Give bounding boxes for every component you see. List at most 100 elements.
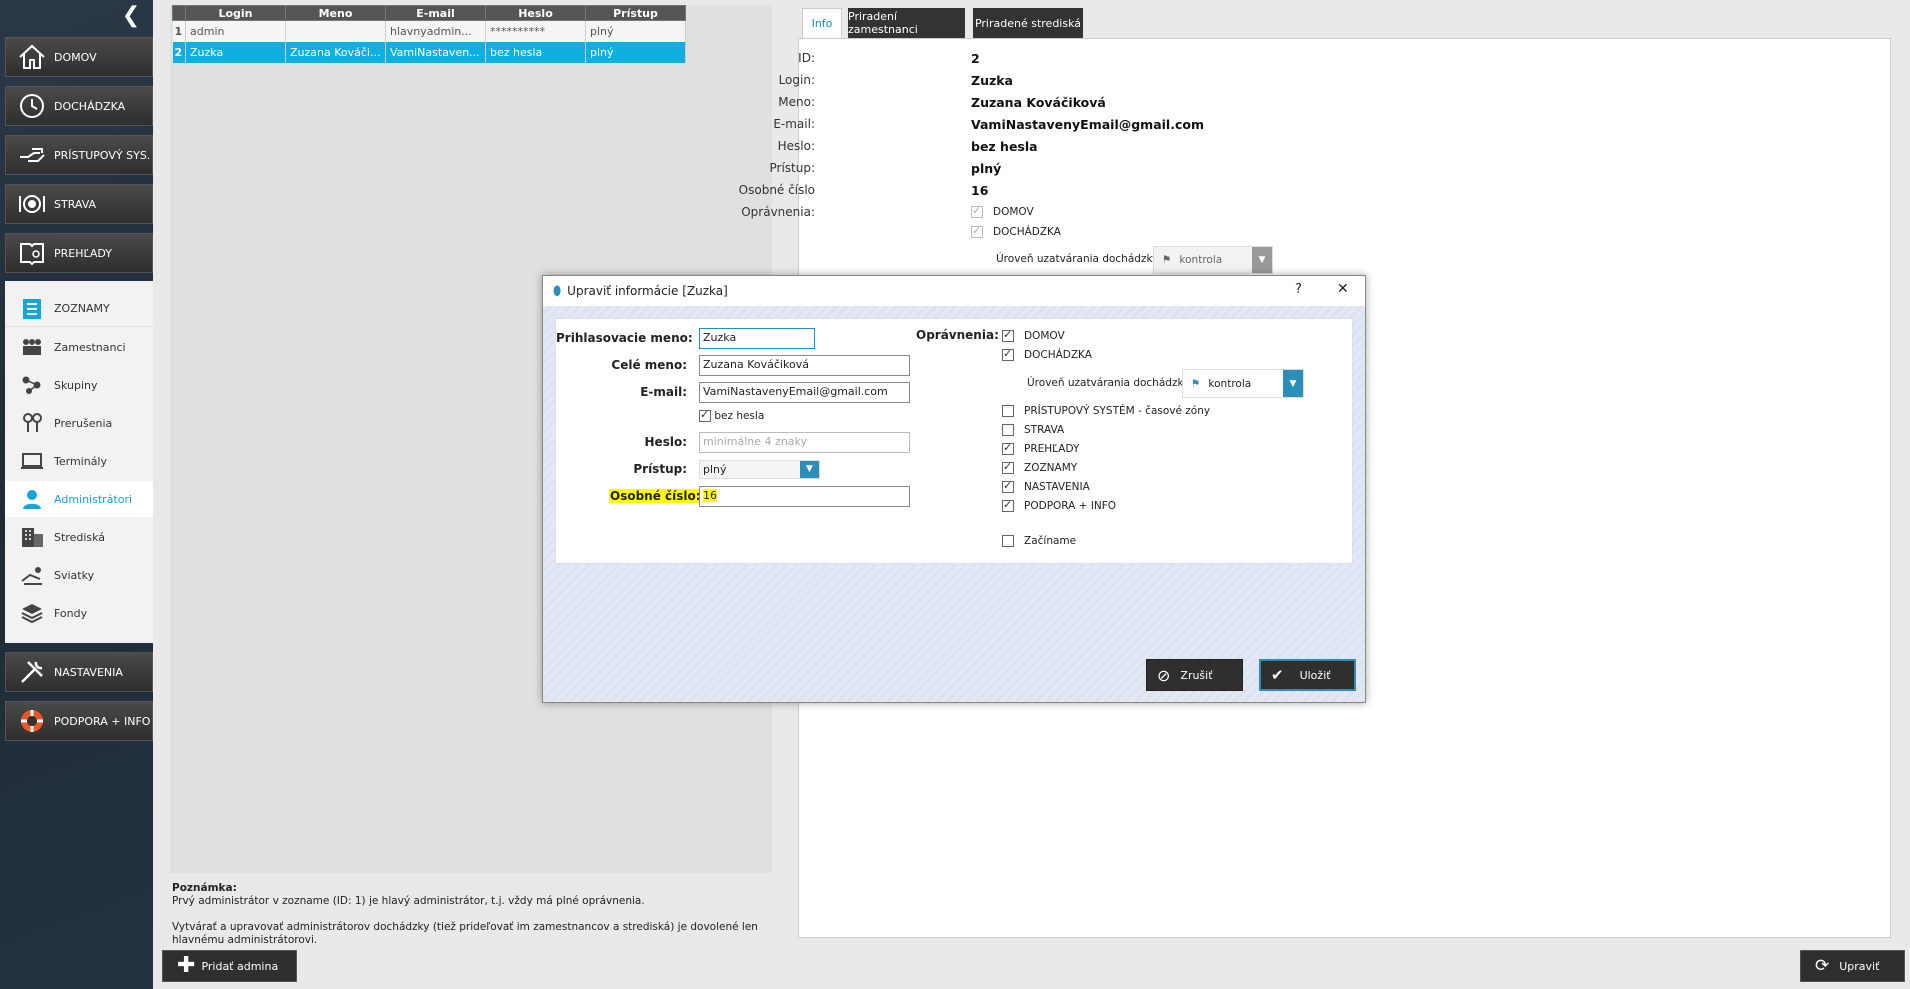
info-closing-label: Úroveň uzatvárania dochádzky [996, 253, 1159, 265]
perm-checkbox[interactable]: ZOZNAMY [1002, 460, 1078, 474]
admin-table[interactable]: Login Meno E-mail Heslo Prístup 1 admin … [172, 5, 686, 63]
table-cell: Zuzana Kováči... [285, 41, 386, 63]
perm-label: DOCHÁDZKA [993, 226, 1061, 238]
menu-strava[interactable]: STRAVA [5, 184, 153, 224]
table-cell: plný [585, 20, 686, 42]
info-label-meno: Meno: [778, 95, 815, 109]
label-fullname: Celé meno: [611, 358, 687, 372]
perm-checkbox[interactable]: PRÍSTUPOVÝ SYSTÉM - časové zóny [1002, 405, 1210, 417]
menu-dochadzka[interactable]: DOCHÁDZKA [5, 86, 153, 126]
sidebar-item-zoznamy[interactable]: ZOZNAMY [5, 291, 153, 327]
info-value-email: VamiNastavenyEmail@gmail.com [971, 117, 1204, 132]
perm-label: Začíname [1024, 535, 1077, 547]
closing-level-select[interactable]: ⚑ kontrola ▼ [1182, 369, 1304, 398]
perm-checkbox[interactable]: PODPORA + INFO [1002, 498, 1116, 512]
perm-label: NASTAVENIA [1024, 481, 1090, 493]
column-header[interactable]: Prístup [585, 5, 686, 21]
plate-icon [16, 188, 48, 220]
checkbox-icon [971, 224, 983, 238]
tab-priradeni-zamestnanci[interactable]: Priradení zamestnanci [848, 8, 965, 38]
sidebar-item-prerusenia[interactable]: Prerušenia [5, 405, 153, 441]
table-cell: ********** [485, 20, 586, 42]
dialog-form: Prihlasovacie meno: Zuzka Celé meno: Zuz… [555, 318, 1353, 564]
row-number-header [172, 5, 186, 21]
save-button[interactable]: ✔ Uložiť [1259, 659, 1356, 691]
info-label-email: E-mail: [773, 117, 815, 131]
sidebar-item-sviatky[interactable]: Sviatky [5, 557, 153, 593]
sidebar-item-label: Terminály [54, 454, 107, 468]
table-cell: admin [185, 20, 286, 42]
sidebar-item-zamestnanci[interactable]: Zamestnanci [5, 329, 153, 365]
perm-checkbox[interactable]: PREHĽADY [1002, 441, 1079, 455]
cancel-button[interactable]: ⊘ Zrušiť [1146, 659, 1243, 691]
no-password-label: bez hesla [714, 410, 765, 422]
perm-label: STRAVA [1024, 424, 1065, 436]
access-select[interactable]: plný ▼ [699, 460, 820, 479]
info-label-login: Login: [778, 73, 815, 87]
sidebar-item-label: Prerušenia [54, 416, 113, 430]
help-button[interactable]: ? [1295, 282, 1302, 297]
save-label: Uložiť [1299, 668, 1331, 682]
menu-pristupovy-system[interactable]: PRÍSTUPOVÝ SYS. [5, 135, 153, 175]
sidebar-item-fondy[interactable]: Fondy [5, 595, 153, 631]
sidebar-item-label: Strediská [54, 530, 106, 544]
sidebar-item-strediska[interactable]: Strediská [5, 519, 153, 555]
menu-nastavenia[interactable]: NASTAVENIA [5, 652, 153, 692]
checkbox-icon [1002, 441, 1014, 455]
table-row[interactable]: 1 admin hlavnyadmin... ********** plný [172, 20, 686, 42]
label-personal-number: Osobné číslo: [609, 489, 702, 503]
password-input[interactable]: minimálne 4 znaky [699, 432, 910, 453]
tab-info[interactable]: Info [802, 8, 842, 38]
column-header[interactable]: Heslo [485, 5, 586, 21]
update-button[interactable]: ⟳ Upraviť [1800, 950, 1905, 982]
table-header: Login Meno E-mail Heslo Prístup [172, 5, 686, 21]
holiday-icon [19, 562, 45, 588]
closing-level-label: Úroveň uzatvárania dochádzky [1027, 377, 1190, 389]
menu-label: NASTAVENIA [54, 665, 123, 679]
collapse-sidebar-icon[interactable]: ❮ [120, 5, 142, 27]
menu-label: PRÍSTUPOVÝ SYS. [54, 148, 151, 162]
sidebar-item-skupiny[interactable]: Skupiny [5, 367, 153, 403]
no-password-checkbox[interactable]: bez hesla [699, 408, 765, 422]
add-admin-label: Pridať admina [201, 959, 279, 973]
perm-checkbox[interactable]: NASTAVENIA [1002, 479, 1090, 493]
info-value-meno: Zuzana Kováčiková [971, 95, 1106, 110]
sidebar-item-administratori[interactable]: Administrátori [5, 481, 153, 517]
info-value-osobne-cislo: 16 [971, 183, 989, 198]
cancel-label: Zrušiť [1180, 668, 1213, 682]
pins-icon [19, 410, 45, 436]
menu-domov[interactable]: DOMOV [5, 37, 153, 77]
login-input[interactable]: Zuzka [699, 328, 815, 349]
label-login: Prihlasovacie meno: [556, 331, 693, 345]
groups-icon [19, 372, 45, 398]
update-label: Upraviť [1839, 959, 1880, 973]
checkbox-icon [1002, 347, 1014, 361]
perm-checkbox[interactable]: STRAVA [1002, 424, 1064, 436]
column-header[interactable]: Login [185, 5, 286, 21]
location-pin-icon: ⬮ [553, 283, 562, 299]
column-header[interactable]: E-mail [385, 5, 486, 21]
add-admin-button[interactable]: ✚ Pridať admina [162, 950, 297, 982]
hand-key-icon [16, 139, 48, 171]
checkbox-icon [699, 408, 711, 422]
perm-label: ZOZNAMY [1024, 462, 1078, 474]
table-cell: VamiNastaven... [385, 41, 486, 63]
perm-checkbox[interactable]: Začíname [1002, 535, 1076, 547]
perm-checkbox[interactable]: DOMOV [1002, 328, 1065, 342]
personal-number-input[interactable]: 16 [699, 486, 910, 507]
close-icon[interactable]: ✕ [1337, 281, 1349, 297]
chevron-down-icon: ▼ [1252, 247, 1272, 273]
perm-checkbox[interactable]: DOCHÁDZKA [1002, 347, 1092, 361]
tab-priradene-strediska[interactable]: Priradené strediská [973, 8, 1083, 38]
email-input[interactable]: VamiNastavenyEmail@gmail.com [699, 382, 910, 403]
table-row-selected[interactable]: 2 Zuzka Zuzana Kováči... VamiNastaven...… [172, 41, 686, 63]
menu-prehlady[interactable]: PREHĽADY [5, 233, 153, 273]
perm-label: PRÍSTUPOVÝ SYSTÉM - časové zóny [1024, 405, 1211, 417]
fullname-input[interactable]: Zuzana Kováčiková [699, 355, 910, 376]
menu-podpora-info[interactable]: PODPORA + INFO [5, 701, 153, 741]
note-section: Poznámka: Prvý administrátor v zozname (… [172, 882, 772, 947]
sidebar-item-terminaly[interactable]: Terminály [5, 443, 153, 479]
info-perm-domov: DOMOV [971, 204, 1034, 218]
checkbox-icon [1002, 328, 1014, 342]
column-header[interactable]: Meno [285, 5, 386, 21]
